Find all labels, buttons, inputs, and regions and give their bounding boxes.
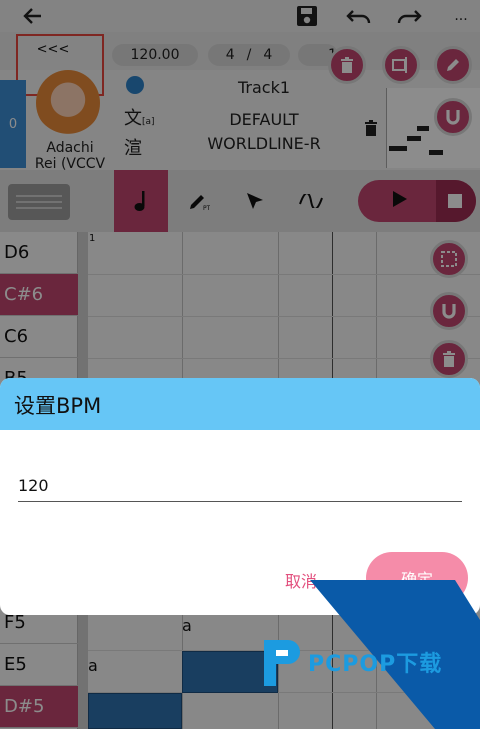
watermark-logo-icon: [258, 636, 302, 690]
watermark-text: PCPOP下载: [308, 652, 443, 677]
dialog-title: 设置BPM: [14, 394, 102, 418]
set-bpm-dialog: 设置BPM 取消 确定: [0, 378, 480, 615]
dialog-header: 设置BPM: [0, 378, 480, 430]
bpm-input[interactable]: [18, 470, 462, 502]
